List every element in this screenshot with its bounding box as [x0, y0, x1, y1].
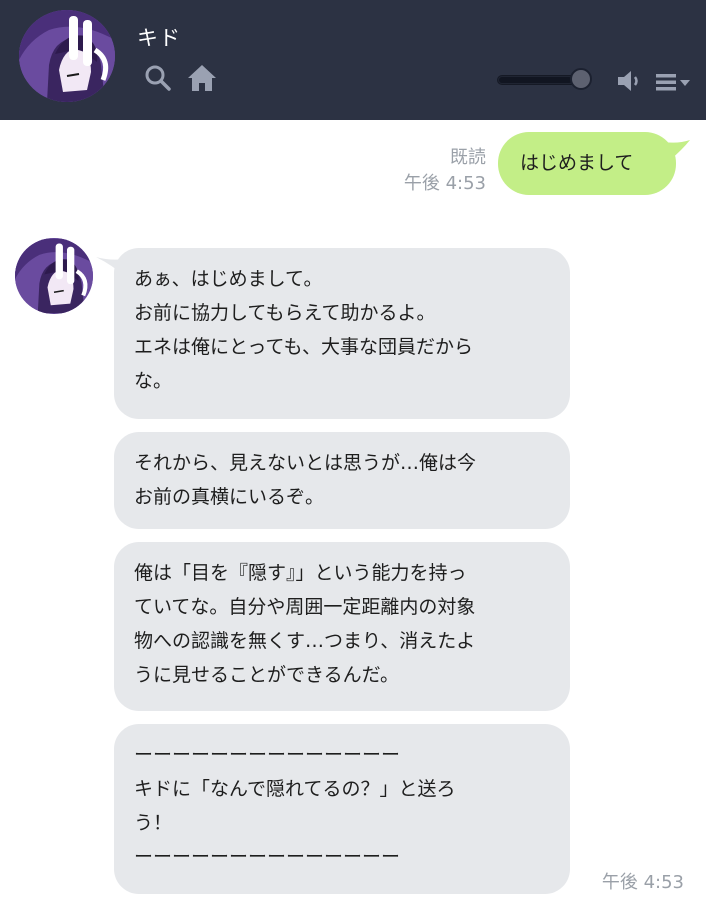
sent-timestamp: 午後 4:53 — [403, 173, 486, 194]
message-line: お前に協力してもらえて助かるよ。 — [134, 302, 436, 324]
message-line: ーーーーーーーーーーーーーー — [134, 846, 401, 868]
received-message-bubble[interactable]: 俺は「目を『隠す』」という能力を持っ ていてな。自分や周囲一定距離内の対象 物へ… — [114, 542, 570, 711]
search-icon[interactable] — [144, 64, 172, 92]
avatar-illustration — [15, 238, 93, 314]
sent-message-bubble[interactable]: はじめまして — [498, 132, 676, 195]
message-line: それから、見えないとは思うが…俺は今 — [134, 452, 477, 474]
received-message-bubble[interactable]: ーーーーーーーーーーーーーー キドに「なんで隠れてるの？」と送ろ う！ ーーーー… — [114, 724, 570, 894]
message-line: な。 — [134, 370, 173, 392]
message-line: お前の真横にいるぞ。 — [134, 486, 325, 508]
message-line: 物への認識を無くす…つまり、消えたよ — [134, 630, 476, 652]
avatar-illustration — [19, 10, 115, 102]
volume-knob[interactable] — [570, 68, 592, 90]
received-timestamp: 午後 4:53 — [601, 872, 684, 893]
message-line: ていてな。自分や周囲一定距離内の対象 — [134, 596, 476, 618]
volume-slider[interactable] — [497, 68, 601, 94]
message-line: エネは俺にとっても、大事な団員だから — [134, 336, 473, 358]
contact-avatar[interactable] — [19, 10, 115, 102]
read-receipt: 既読 — [450, 147, 486, 168]
message-line: うに見せることができるんだ。 — [134, 664, 400, 686]
contact-name: キド — [137, 26, 181, 50]
sent-message-meta: 既読 午後 4:53 — [380, 145, 486, 197]
message-line: ーーーーーーーーーーーーーー — [134, 744, 401, 766]
message-line: う！ — [134, 812, 173, 834]
message-line: キドに「なんで隠れてるの？」と送ろ — [134, 778, 456, 800]
chat-header: キド — [0, 0, 706, 120]
message-line: 俺は「目を『隠す』」という能力を持っ — [134, 562, 467, 584]
menu-icon[interactable] — [654, 70, 694, 94]
speaker-icon[interactable] — [615, 67, 643, 95]
volume-fill — [499, 77, 572, 83]
received-message-bubble[interactable]: あぁ、はじめまして。 お前に協力してもらえて助かるよ。 エネは俺にとっても、大事… — [114, 248, 570, 419]
received-message-bubble[interactable]: それから、見えないとは思うが…俺は今 お前の真横にいるぞ。 — [114, 432, 570, 529]
chat-window: キド 既読 午後 4:53 はじめまして あぁ、はじめまして。 お前に協力しても… — [0, 0, 706, 920]
home-icon[interactable] — [186, 63, 218, 93]
sender-avatar[interactable] — [15, 238, 93, 314]
message-line: あぁ、はじめまして。 — [134, 268, 323, 290]
